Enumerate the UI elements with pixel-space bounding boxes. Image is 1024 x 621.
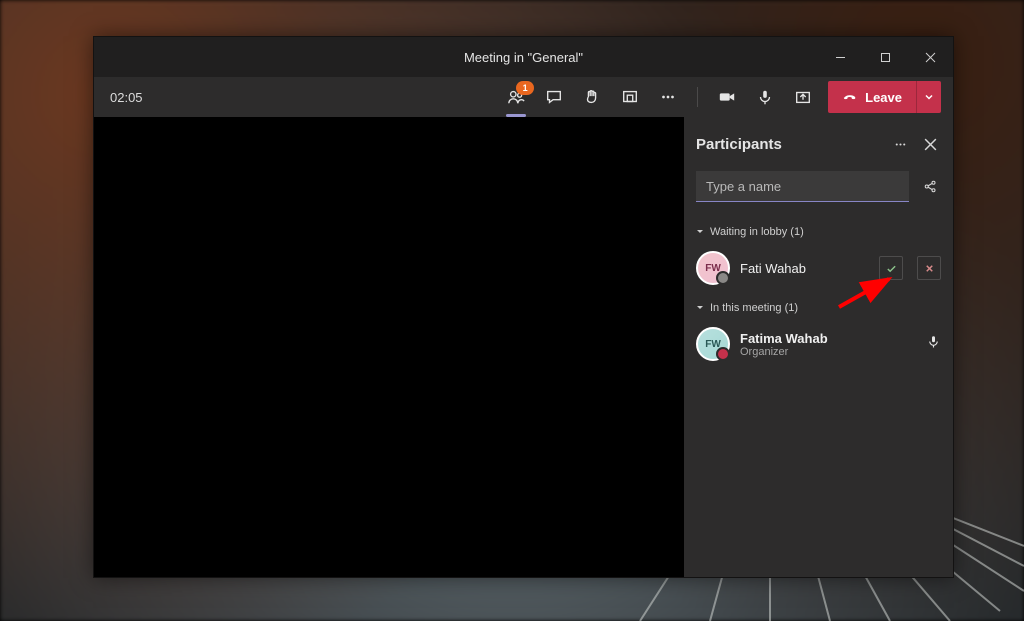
lobby-section-label: Waiting in lobby (1) (710, 226, 804, 238)
raise-hand-button[interactable] (576, 81, 608, 113)
avatar: FW (696, 327, 730, 361)
presence-dnd-icon (716, 347, 730, 361)
minimize-button[interactable] (818, 37, 863, 77)
camera-button[interactable] (711, 81, 743, 113)
lobby-section-header[interactable]: Waiting in lobby (1) (696, 226, 941, 238)
mic-button[interactable] (749, 81, 781, 113)
meeting-toolbar: 02:05 1 (94, 77, 953, 117)
share-button[interactable] (787, 81, 819, 113)
video-stage (94, 117, 684, 577)
people-badge: 1 (516, 81, 534, 95)
leave-chevron-button[interactable] (916, 81, 941, 113)
share-invite-button[interactable] (919, 176, 941, 198)
in-meeting-section-label: In this meeting (1) (710, 302, 798, 314)
teams-meeting-window: Meeting in "General" 02:05 1 (93, 36, 954, 578)
participant-name: Fatima Wahab (740, 331, 916, 346)
maximize-button[interactable] (863, 37, 908, 77)
window-controls (818, 37, 953, 77)
panel-more-button[interactable] (889, 133, 911, 155)
leave-button[interactable]: Leave (828, 81, 916, 113)
chat-button[interactable] (538, 81, 570, 113)
in-meeting-section-header[interactable]: In this meeting (1) (696, 302, 941, 314)
leave-label: Leave (865, 90, 902, 105)
leave-button-group: Leave (828, 81, 941, 113)
chevron-down-icon (696, 228, 704, 236)
meeting-timer: 02:05 (110, 90, 143, 105)
people-button[interactable]: 1 (500, 81, 532, 113)
check-icon (886, 263, 897, 274)
close-window-button[interactable] (908, 37, 953, 77)
participant-role: Organizer (740, 346, 916, 358)
panel-title: Participants (696, 136, 881, 153)
more-actions-button[interactable] (652, 81, 684, 113)
panel-close-button[interactable] (919, 133, 941, 155)
participants-panel: Participants (684, 117, 953, 577)
rooms-button[interactable] (614, 81, 646, 113)
admit-button[interactable] (879, 256, 903, 280)
window-title: Meeting in "General" (464, 50, 583, 65)
presence-unknown-icon (716, 271, 730, 285)
avatar: FW (696, 251, 730, 285)
lobby-participant-row[interactable]: FW Fati Wahab (696, 248, 941, 288)
search-input[interactable] (696, 171, 909, 202)
participant-name: Fati Wahab (740, 261, 865, 276)
meeting-participant-row[interactable]: FW Fatima Wahab Organizer (696, 324, 941, 364)
mic-on-icon (926, 334, 941, 354)
titlebar: Meeting in "General" (94, 37, 953, 77)
chevron-down-icon (696, 304, 704, 312)
toolbar-divider (697, 87, 698, 107)
x-icon (924, 263, 935, 274)
deny-button[interactable] (917, 256, 941, 280)
